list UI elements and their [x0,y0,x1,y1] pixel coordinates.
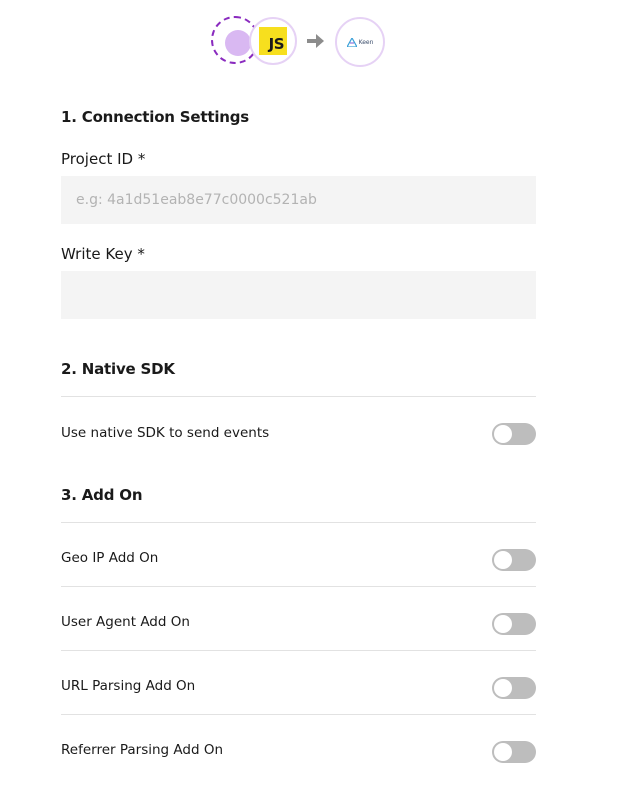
url-parsing-toggle[interactable] [492,677,536,699]
divider [61,586,536,587]
native-sdk-title: 2. Native SDK [61,360,175,378]
connection-flow: JS Keen [211,16,391,68]
write-key-input[interactable] [61,271,536,319]
javascript-icon: JS [259,27,287,55]
geo-ip-label: Geo IP Add On [61,550,159,566]
project-id-input[interactable] [61,176,536,224]
keen-logo: Keen [346,37,374,47]
add-on-title: 3. Add On [61,486,143,504]
native-sdk-label: Use native SDK to send events [61,425,270,441]
divider [61,650,536,651]
toggle-knob [494,615,512,633]
source-dot [225,30,251,56]
referrer-parsing-toggle[interactable] [492,741,536,763]
user-agent-toggle[interactable] [492,613,536,635]
native-sdk-toggle[interactable] [492,423,536,445]
divider [61,714,536,715]
toggle-knob [494,425,512,443]
keen-logo-text: Keen [358,38,374,46]
connection-settings-title: 1. Connection Settings [61,108,250,126]
geo-ip-toggle[interactable] [492,549,536,571]
arrow-right-icon [307,34,324,48]
user-agent-label: User Agent Add On [61,614,190,630]
url-parsing-label: URL Parsing Add On [61,678,196,694]
referrer-parsing-label: Referrer Parsing Add On [61,742,224,758]
divider [61,396,536,397]
javascript-source: JS [249,17,297,65]
keen-destination: Keen [335,17,385,67]
toggle-knob [494,679,512,697]
write-key-label: Write Key * [61,245,145,263]
toggle-knob [494,743,512,761]
toggle-knob [494,551,512,569]
project-id-label: Project ID * [61,150,146,168]
divider [61,522,536,523]
keen-logo-icon [346,37,357,47]
